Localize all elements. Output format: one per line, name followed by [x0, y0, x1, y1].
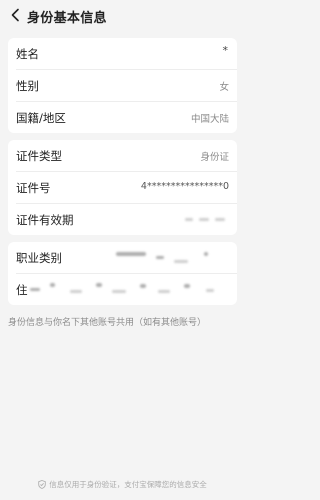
redacted-address: [206, 289, 214, 292]
redacted-address: [50, 283, 55, 287]
id-type-label: 证件类型: [16, 149, 62, 163]
redacted-validity: [199, 218, 209, 221]
id-number-label: 证件号: [16, 181, 51, 195]
redacted-validity: [185, 218, 193, 221]
id-number-row[interactable]: 证件号 4****************0: [8, 172, 237, 203]
gender-value: 女: [219, 82, 229, 93]
redacted-occupation: [156, 256, 164, 259]
footer-text: 信息仅用于身份验证，支付宝保障您的信息安全: [49, 480, 207, 489]
occupation-label: 职业类别: [16, 251, 62, 265]
id-info-card: 证件类型 身份证 证件号 4****************0 证件有效期: [8, 140, 237, 235]
chevron-left-icon: [10, 8, 20, 22]
back-button[interactable]: [6, 6, 24, 24]
redacted-occupation: [116, 252, 146, 256]
name-row[interactable]: 姓名 *: [8, 38, 237, 69]
redacted-address: [70, 290, 82, 293]
page-title: 身份基本信息: [27, 11, 107, 26]
occupation-row[interactable]: 职业类别: [8, 242, 237, 273]
id-type-row[interactable]: 证件类型 身份证: [8, 140, 237, 171]
address-label: 住: [16, 283, 28, 297]
name-label: 姓名: [16, 47, 39, 61]
job-info-card: 职业类别 住: [8, 242, 237, 305]
security-footer: 信息仅用于身份验证，支付宝保障您的信息安全: [0, 479, 245, 490]
id-number-value: 4****************0: [140, 181, 229, 192]
gender-row[interactable]: 性别 女: [8, 70, 237, 101]
name-value: *: [222, 44, 229, 57]
id-validity-label: 证件有效期: [16, 213, 74, 227]
redacted-address: [96, 283, 102, 287]
redacted-address: [140, 284, 146, 288]
nationality-label: 国籍/地区: [16, 111, 66, 125]
nationality-value: 中国大陆: [190, 114, 229, 125]
redacted-address: [158, 290, 170, 293]
redacted-occupation: [204, 252, 208, 256]
nationality-row[interactable]: 国籍/地区 中国大陆: [8, 102, 237, 133]
redacted-address: [30, 288, 40, 291]
shield-icon: [38, 480, 46, 489]
shared-account-note: 身份信息与你名下其他账号共用（如有其他账号）: [8, 318, 207, 328]
redacted-address: [112, 290, 126, 293]
basic-info-card: 姓名 * 性别 女 国籍/地区 中国大陆: [8, 38, 237, 133]
redacted-address: [184, 284, 190, 288]
redacted-validity: [215, 218, 225, 221]
redacted-occupation: [174, 260, 188, 263]
gender-label: 性别: [16, 79, 39, 93]
address-row[interactable]: 住: [8, 274, 237, 305]
id-type-value: 身份证: [200, 152, 229, 163]
id-validity-row[interactable]: 证件有效期: [8, 204, 237, 235]
top-bar: 身份基本信息: [0, 0, 245, 32]
